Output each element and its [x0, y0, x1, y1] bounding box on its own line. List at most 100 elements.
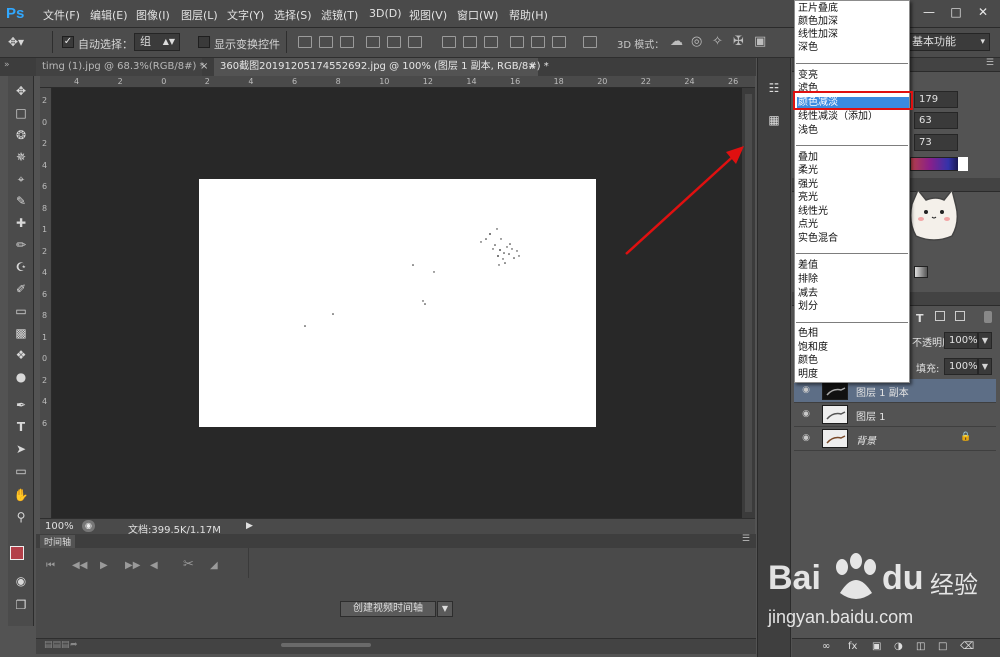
panel-menu-icon[interactable]: ☰: [986, 58, 994, 68]
layer-name[interactable]: 图层 1: [856, 408, 886, 423]
gradient-tool-icon[interactable]: ▩: [12, 324, 30, 342]
blend-linear-burn[interactable]: 线性加深: [798, 29, 838, 42]
marquee-tool-icon[interactable]: □: [12, 104, 30, 122]
menu-window[interactable]: 窗口(W): [457, 7, 498, 23]
audio-icon[interactable]: ◀: [150, 560, 158, 571]
status-menu-arrow-icon[interactable]: ▶: [246, 521, 253, 531]
blend-subtract[interactable]: 减去: [798, 288, 818, 301]
move-tool-icon[interactable]: ✥: [12, 82, 30, 100]
group-folder-icon[interactable]: ◫: [916, 641, 925, 652]
blend-exclusion[interactable]: 排除: [798, 274, 818, 287]
blend-vivid-light[interactable]: 亮光: [798, 192, 818, 205]
align-left-icon[interactable]: [366, 36, 380, 48]
blend-luminosity[interactable]: 明度: [798, 369, 818, 382]
first-frame-icon[interactable]: ⏮: [46, 560, 55, 571]
eye-icon[interactable]: ◉: [800, 384, 812, 396]
foreground-color-swatch[interactable]: [10, 546, 24, 560]
align-top-icon[interactable]: [298, 36, 312, 48]
distribute-left-icon[interactable]: [510, 36, 524, 48]
blend-color-burn[interactable]: 颜色加深: [798, 16, 838, 29]
blend-pin-light[interactable]: 点光: [798, 219, 818, 232]
timeline-title[interactable]: 时间轴: [40, 535, 76, 548]
white-swatch[interactable]: [958, 157, 968, 171]
fx-icon[interactable]: fx: [848, 641, 857, 652]
close-icon[interactable]: ✕: [971, 2, 995, 22]
tab-timg[interactable]: timg (1).jpg @ 68.3%(RGB/8#) *: [36, 58, 205, 76]
show-transform-checkbox[interactable]: [198, 36, 210, 48]
3d-orbit-icon[interactable]: ☁: [670, 34, 683, 49]
move-tool-preset-icon[interactable]: ✥▾: [8, 35, 24, 49]
blend-overlay[interactable]: 叠加: [798, 152, 818, 165]
pen-tool-icon[interactable]: ✒: [12, 396, 30, 414]
convert-frame-icon[interactable]: ▤▤▤: [44, 640, 70, 650]
type-filter-icon[interactable]: T: [916, 312, 924, 325]
dodge-tool-icon[interactable]: ●: [12, 368, 30, 386]
tab-close-icon[interactable]: ×: [200, 61, 208, 72]
blend-linear-dodge[interactable]: 线性减淡（添加）: [798, 111, 878, 124]
layer-name[interactable]: 背景: [856, 432, 876, 447]
blend-lighten[interactable]: 变亮: [798, 70, 818, 83]
type-tool-icon[interactable]: T: [12, 418, 30, 436]
blend-hard-mix[interactable]: 实色混合: [798, 233, 838, 246]
link-layers-icon[interactable]: ∞: [822, 641, 830, 652]
blend-lighter-color[interactable]: 浅色: [798, 125, 818, 138]
lasso-tool-icon[interactable]: ❂: [12, 126, 30, 144]
zoom-tool-icon[interactable]: ⚲: [12, 508, 30, 526]
crop-tool-icon[interactable]: ⌖: [12, 170, 30, 188]
blend-divide[interactable]: 划分: [798, 301, 818, 314]
auto-align-icon[interactable]: [583, 36, 597, 48]
blend-hard-light[interactable]: 强光: [798, 179, 818, 192]
proof-setup-icon[interactable]: ◉: [82, 520, 95, 532]
screen-mode-icon[interactable]: ❐: [12, 596, 30, 614]
menu-image[interactable]: 图像(I): [136, 7, 170, 23]
menu-layer[interactable]: 图层(L): [181, 7, 218, 23]
create-video-timeline-button[interactable]: 创建视频时间轴: [340, 601, 436, 617]
tools-panel-header[interactable]: »: [0, 58, 36, 76]
zoom-level[interactable]: 100%: [45, 521, 74, 532]
history-brush-tool-icon[interactable]: ✐: [12, 280, 30, 298]
3d-slide-icon[interactable]: ✠: [733, 34, 744, 49]
3d-drag-icon[interactable]: ✧: [712, 34, 723, 49]
adjustment-layer-icon[interactable]: ◑: [894, 641, 903, 652]
3d-scale-icon[interactable]: ▣: [754, 34, 766, 49]
filter-toggle-icon[interactable]: [984, 311, 992, 323]
transition-icon[interactable]: ◢: [210, 560, 218, 571]
opacity-field[interactable]: 100%: [944, 332, 978, 349]
split-scissors-icon[interactable]: ✂: [183, 557, 194, 572]
smart-object-filter-icon[interactable]: [955, 311, 965, 321]
blend-hue[interactable]: 色相: [798, 328, 818, 341]
align-right-icon[interactable]: [408, 36, 422, 48]
rectangle-tool-icon[interactable]: ▭: [12, 462, 30, 480]
eyedropper-tool-icon[interactable]: ✎: [12, 192, 30, 210]
align-vcenter-icon[interactable]: [319, 36, 333, 48]
distribute-right-icon[interactable]: [552, 36, 566, 48]
new-layer-icon[interactable]: □: [938, 641, 947, 652]
trash-icon[interactable]: ⌫: [960, 641, 974, 652]
menu-3d[interactable]: 3D(D): [369, 7, 402, 20]
menu-help[interactable]: 帮助(H): [509, 7, 548, 23]
menu-edit[interactable]: 编辑(E): [90, 7, 128, 23]
blend-saturation[interactable]: 饱和度: [798, 342, 828, 355]
brush-tool-icon[interactable]: ✏: [12, 236, 30, 254]
panel-menu-icon[interactable]: ☰: [742, 534, 750, 544]
render-icon[interactable]: ➦: [70, 640, 78, 650]
red-value-field[interactable]: 179: [914, 91, 958, 108]
play-icon[interactable]: ▶: [100, 560, 108, 571]
menu-select[interactable]: 选择(S): [274, 7, 312, 23]
distribute-hcenter-icon[interactable]: [531, 36, 545, 48]
align-hcenter-icon[interactable]: [387, 36, 401, 48]
path-select-tool-icon[interactable]: ➤: [12, 440, 30, 458]
mask-icon[interactable]: ▣: [872, 641, 881, 652]
blend-multiply[interactable]: 正片叠底: [798, 3, 838, 16]
clone-stamp-tool-icon[interactable]: ☪: [12, 258, 30, 276]
menu-type[interactable]: 文字(Y): [227, 7, 264, 23]
blend-darker-color[interactable]: 深色: [798, 42, 818, 55]
layer-row-background[interactable]: ◉ 背景 🔒: [794, 427, 996, 451]
auto-select-dropdown[interactable]: 组 ▲▼: [134, 33, 180, 51]
history-panel-icon[interactable]: ☷: [764, 78, 784, 98]
next-frame-icon[interactable]: ▶▶: [125, 560, 140, 571]
blend-color[interactable]: 颜色: [798, 355, 818, 368]
eraser-tool-icon[interactable]: ▭: [12, 302, 30, 320]
menu-view[interactable]: 视图(V): [409, 7, 447, 23]
distribute-top-icon[interactable]: [442, 36, 456, 48]
